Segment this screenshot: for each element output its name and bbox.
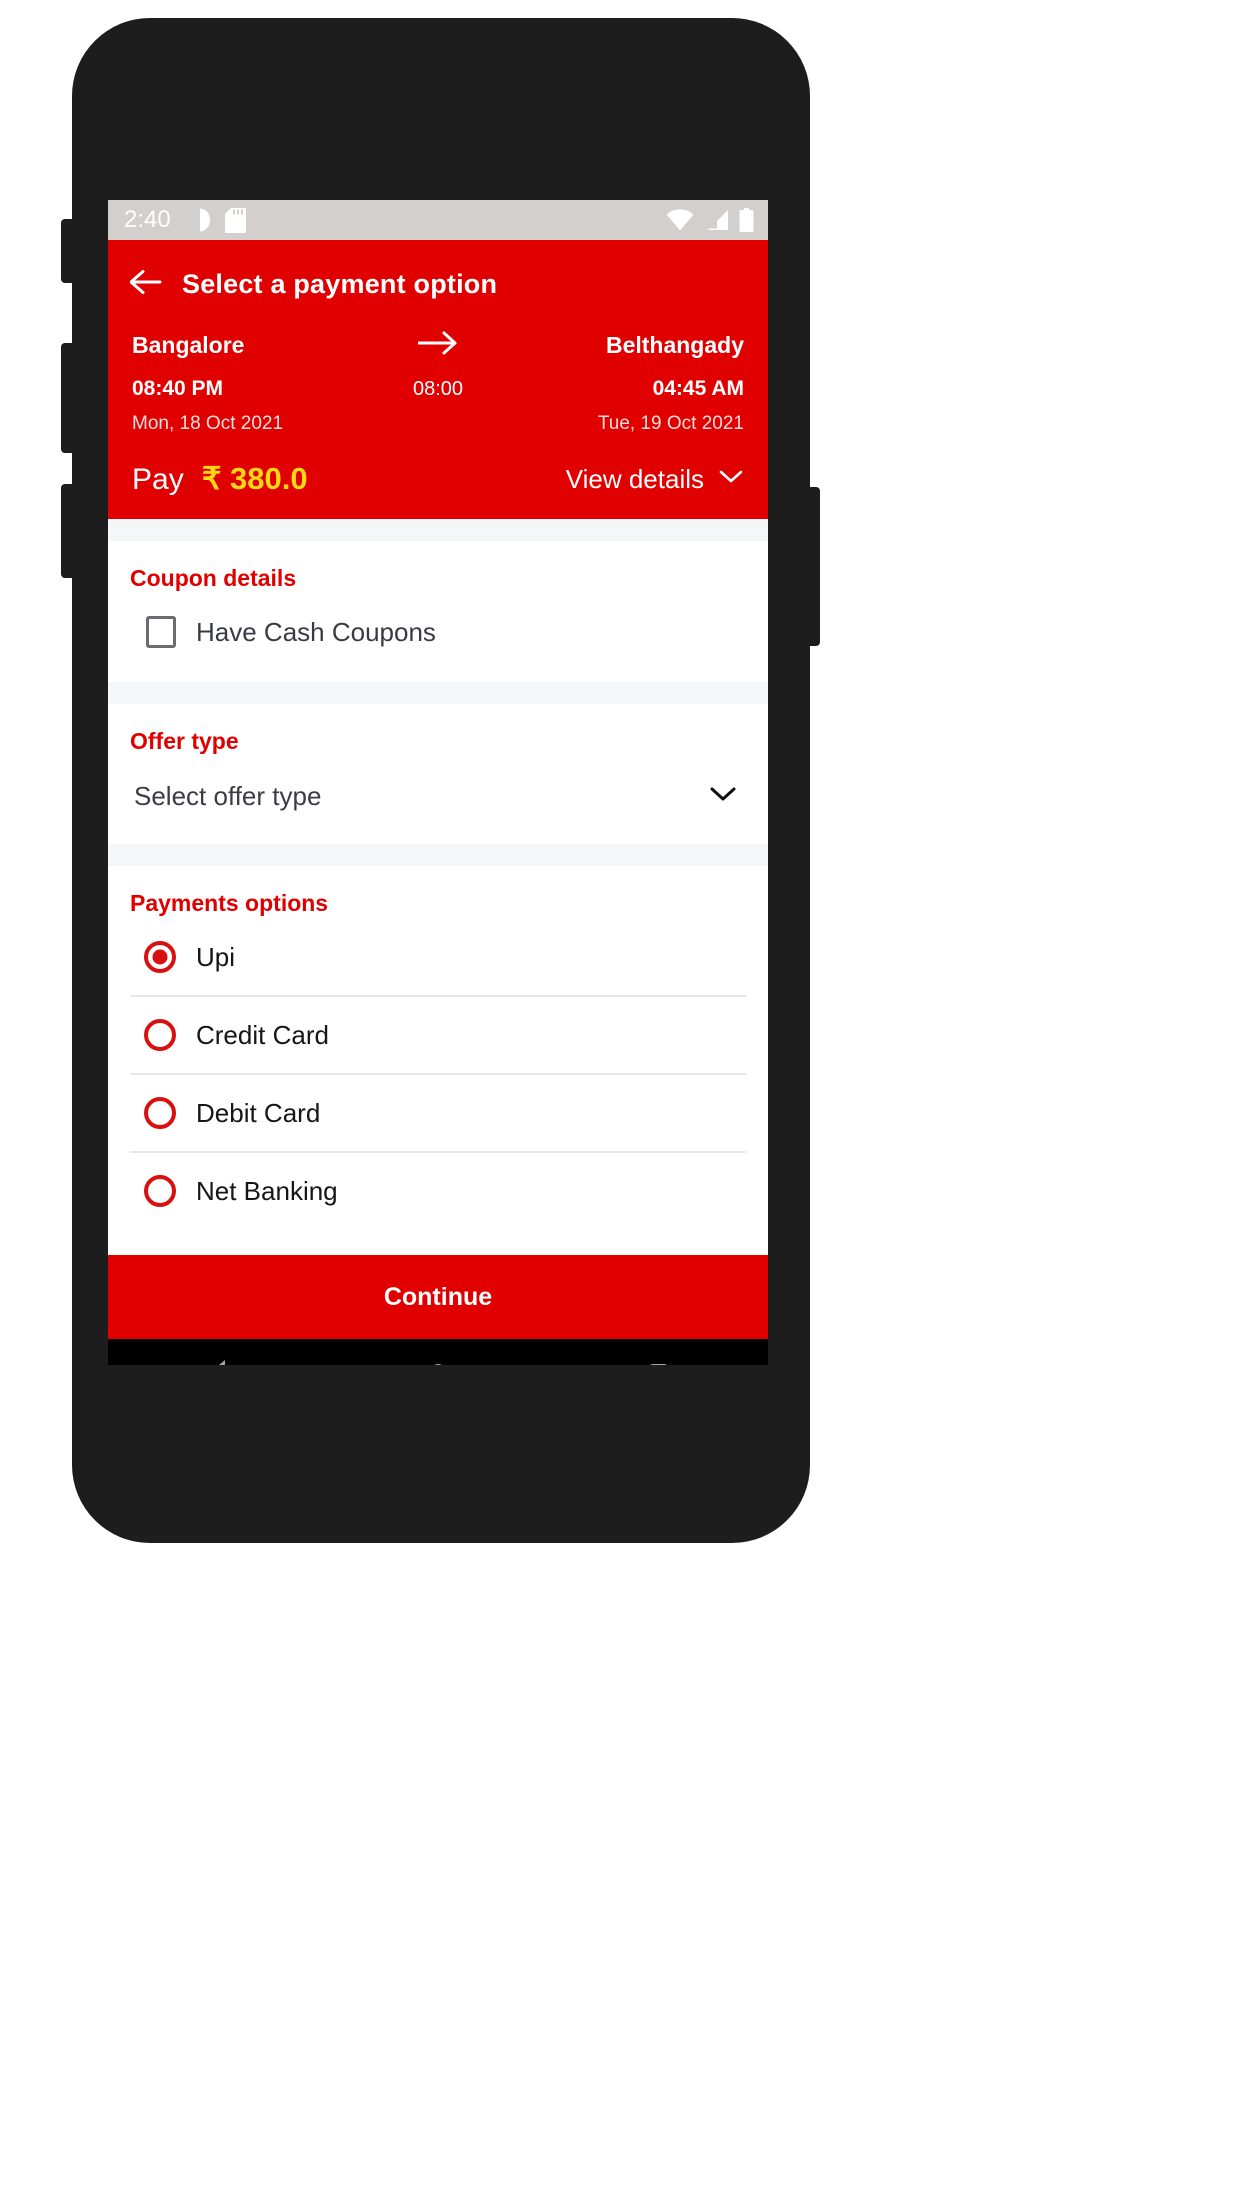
chevron-down-icon[interactable] xyxy=(708,785,738,808)
departure-date: Mon, 18 Oct 2021 xyxy=(132,413,284,434)
phone-power-button[interactable] xyxy=(806,487,820,646)
back-arrow-icon[interactable] xyxy=(129,269,162,300)
section-gap-top xyxy=(108,519,768,541)
sd-card-icon xyxy=(224,207,246,233)
pay-amount: ₹ 380.0 xyxy=(201,461,308,496)
view-details-label: View details xyxy=(565,463,704,494)
payment-option-debit-card[interactable]: Debit Card xyxy=(130,1075,746,1153)
section-gap-coupon-offer xyxy=(108,682,768,704)
status-bar-left-icons xyxy=(188,207,246,233)
payment-option-net-banking-radio[interactable] xyxy=(144,1175,176,1207)
payments-options-card: Payments options Upi Credit Card Debit C… xyxy=(108,866,768,1255)
payment-option-net-banking[interactable]: Net Banking xyxy=(130,1153,746,1229)
payment-option-credit-card[interactable]: Credit Card xyxy=(130,997,746,1075)
arrival-time: 04:45 AM xyxy=(652,377,744,400)
status-bar: 2:40 xyxy=(108,200,768,240)
screenshot-stage: 2:40 Select a payment option Bangalore B… xyxy=(0,0,1242,2208)
coupon-details-card: Coupon details Have Cash Coupons xyxy=(108,541,768,682)
payment-option-credit-card-label: Credit Card xyxy=(196,1019,329,1050)
nav-home-icon xyxy=(424,1358,452,1365)
payment-option-credit-card-radio[interactable] xyxy=(144,1019,176,1051)
payment-option-upi[interactable]: Upi xyxy=(130,931,746,997)
coupon-details-title: Coupon details xyxy=(130,565,297,591)
phone-screen: 2:40 Select a payment option Bangalore B… xyxy=(108,200,768,1365)
payment-option-debit-card-label: Debit Card xyxy=(196,1097,321,1128)
departure-time-cell: 08:40 PM xyxy=(132,377,383,401)
payment-option-upi-label: Upi xyxy=(196,941,236,972)
journey-duration: 08:00 xyxy=(412,377,464,400)
departure-date-cell: Mon, 18 Oct 2021 xyxy=(132,413,383,435)
origin-city-cell: Bangalore xyxy=(132,332,383,359)
have-cash-coupons-checkbox[interactable] xyxy=(146,616,176,648)
nav-back-button[interactable] xyxy=(173,1348,263,1365)
journey-dates-row: Mon, 18 Oct 2021 Tue, 19 Oct 2021 xyxy=(132,413,744,435)
nav-back-icon xyxy=(203,1358,233,1365)
status-bar-clock: 2:40 xyxy=(124,206,171,233)
offer-type-title: Offer type xyxy=(130,728,239,754)
journey-arrow-cell xyxy=(383,330,493,361)
destination-city: Belthangady xyxy=(605,332,744,358)
arrival-date: Tue, 19 Oct 2021 xyxy=(597,413,744,434)
destination-city-cell: Belthangady xyxy=(493,332,744,359)
pay-amount-group: Pay ₹ 380.0 xyxy=(132,461,308,497)
arrow-right-icon xyxy=(417,330,458,361)
nav-recents-icon xyxy=(644,1358,672,1365)
continue-button[interactable]: Continue xyxy=(108,1255,768,1339)
pay-summary-row: Pay ₹ 380.0 View details xyxy=(132,461,744,519)
wifi-icon xyxy=(666,209,694,231)
view-details-button[interactable]: View details xyxy=(566,464,744,495)
battery-icon xyxy=(739,208,754,232)
offer-type-select[interactable]: Select offer type xyxy=(130,769,746,818)
phone-volume-up-button[interactable] xyxy=(61,343,75,453)
app-bar-top-row: Select a payment option xyxy=(129,258,746,310)
journey-cities-row: Bangalore Belthangady xyxy=(132,330,744,361)
phone-volume-down-button[interactable] xyxy=(61,484,75,578)
android-navigation-bar xyxy=(108,1339,768,1365)
section-gap-offer-payments xyxy=(108,844,768,866)
departure-time: 08:40 PM xyxy=(132,377,224,400)
do-not-disturb-icon xyxy=(188,208,211,232)
nav-home-button[interactable] xyxy=(393,1348,483,1365)
page-title: Select a payment option xyxy=(182,268,498,299)
journey-times-row: 08:40 PM 08:00 04:45 AM xyxy=(132,377,744,401)
payment-option-net-banking-label: Net Banking xyxy=(196,1175,338,1206)
pay-label: Pay xyxy=(132,463,184,496)
offer-type-card: Offer type Select offer type xyxy=(108,704,768,844)
app-bar: Select a payment option Bangalore Beltha… xyxy=(108,240,768,519)
payment-option-debit-card-radio[interactable] xyxy=(144,1097,176,1129)
phone-side-button-top[interactable] xyxy=(61,219,75,283)
payments-options-title: Payments options xyxy=(130,890,329,916)
offer-type-selected-value: Select offer type xyxy=(134,781,322,811)
nav-recents-button[interactable] xyxy=(613,1348,703,1365)
arrival-time-cell: 04:45 AM xyxy=(493,377,744,401)
main-content: Coupon details Have Cash Coupons Offer t… xyxy=(108,519,768,1339)
status-bar-right-icons xyxy=(666,208,754,232)
chevron-down-icon xyxy=(718,469,744,490)
duration-cell: 08:00 xyxy=(383,378,493,401)
origin-city: Bangalore xyxy=(132,332,245,358)
cellular-signal-icon xyxy=(704,209,729,231)
payment-option-upi-radio[interactable] xyxy=(144,941,176,973)
have-cash-coupons-row[interactable]: Have Cash Coupons xyxy=(130,606,746,656)
journey-summary: Bangalore Belthangady 08:40 PM 08:00 04:… xyxy=(130,310,746,519)
arrival-date-cell: Tue, 19 Oct 2021 xyxy=(493,413,744,435)
have-cash-coupons-label: Have Cash Coupons xyxy=(196,616,436,647)
continue-button-label: Continue xyxy=(383,1282,493,1311)
